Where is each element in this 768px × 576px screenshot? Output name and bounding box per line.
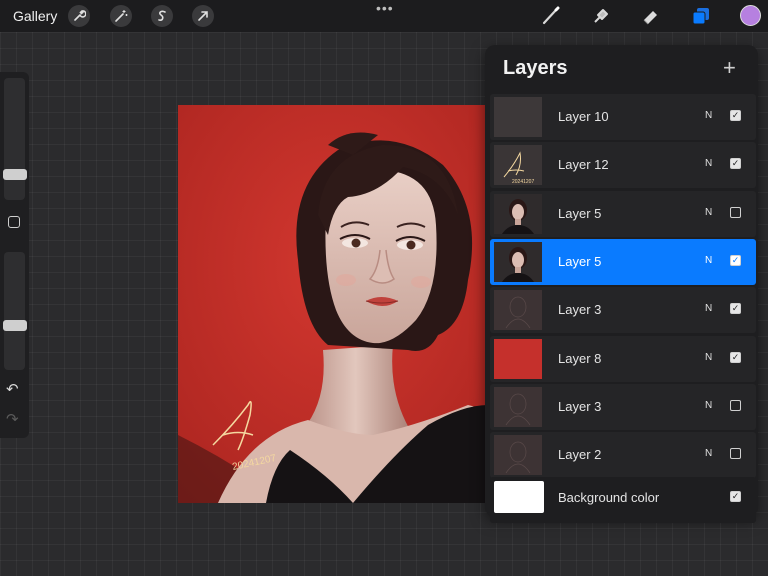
visibility-checkbox[interactable] xyxy=(730,206,741,218)
brush-size-slider[interactable] xyxy=(3,78,27,200)
layer-thumbnail xyxy=(494,481,544,513)
gallery-button[interactable]: Gallery xyxy=(13,8,57,24)
layer-thumbnail xyxy=(494,435,542,476)
blend-mode-button[interactable]: N xyxy=(705,110,712,121)
layer-name: Layer 3 xyxy=(558,398,602,414)
transform-arrow-icon[interactable] xyxy=(192,5,214,27)
visibility-checkbox[interactable] xyxy=(730,399,741,411)
layer-row[interactable]: Layer 8 N ✓ xyxy=(490,335,756,382)
opacity-slider[interactable] xyxy=(3,252,27,370)
top-toolbar: Gallery ••• xyxy=(0,0,768,32)
color-picker-swatch[interactable] xyxy=(740,5,761,26)
blend-mode-button[interactable]: N xyxy=(705,207,712,218)
layer-thumbnail xyxy=(494,338,542,379)
eraser-icon[interactable] xyxy=(640,5,662,27)
layer-thumbnail xyxy=(494,241,542,282)
layer-row[interactable]: Layer 5 N ✓ xyxy=(490,238,756,285)
visibility-checkbox[interactable]: ✓ xyxy=(730,491,741,502)
wrench-icon[interactable] xyxy=(68,5,90,27)
blend-mode-button[interactable]: N xyxy=(705,303,712,314)
more-options-icon[interactable]: ••• xyxy=(376,0,394,16)
layer-name: Background color xyxy=(558,490,660,505)
panel-title: Layers xyxy=(503,57,568,79)
opacity-slider-handle[interactable] xyxy=(3,320,27,331)
blend-mode-button[interactable]: N xyxy=(705,158,712,169)
magic-wand-icon[interactable] xyxy=(110,5,132,27)
background-color-row[interactable]: Background color ✓ xyxy=(490,477,756,523)
layer-thumbnail xyxy=(494,193,542,234)
layers-panel: Layers + Layer 10 N ✓ 20241207 Layer 12 N ✓ Lay… xyxy=(485,45,758,523)
layer-thumbnail: 20241207 xyxy=(494,145,542,186)
drawing-canvas[interactable]: 20241207 xyxy=(178,105,488,503)
layer-name: Layer 5 xyxy=(558,253,602,269)
blend-mode-button[interactable]: N xyxy=(705,448,712,459)
layer-row[interactable]: Layer 10 N ✓ xyxy=(490,94,756,140)
layer-name: Layer 2 xyxy=(558,447,602,463)
layer-name: Layer 3 xyxy=(558,302,602,318)
add-layer-button[interactable]: + xyxy=(723,55,736,81)
layer-name: Layer 12 xyxy=(558,157,609,173)
visibility-checkbox[interactable]: ✓ xyxy=(730,303,741,315)
visibility-checkbox[interactable]: ✓ xyxy=(730,254,741,266)
brush-icon[interactable] xyxy=(540,5,562,27)
svg-text:20241207: 20241207 xyxy=(512,179,534,185)
layer-row[interactable]: Layer 3 N ✓ xyxy=(490,287,756,334)
modify-button-icon[interactable] xyxy=(8,216,20,228)
layer-row[interactable]: 20241207 Layer 12 N ✓ xyxy=(490,142,756,189)
blend-mode-button[interactable]: N xyxy=(705,255,712,266)
redo-icon[interactable]: ↷ xyxy=(6,410,19,428)
layer-row[interactable]: Layer 2 N xyxy=(490,432,756,479)
visibility-checkbox[interactable]: ✓ xyxy=(730,351,741,363)
layer-thumbnail xyxy=(494,290,542,331)
layers-icon[interactable] xyxy=(690,5,712,27)
selection-s-icon[interactable] xyxy=(151,5,173,27)
brush-size-slider-handle[interactable] xyxy=(3,169,27,180)
visibility-checkbox[interactable] xyxy=(730,448,741,460)
layer-row[interactable]: Layer 5 N xyxy=(490,190,756,237)
visibility-checkbox[interactable]: ✓ xyxy=(730,110,741,121)
blend-mode-button[interactable]: N xyxy=(705,352,712,363)
layer-thumbnail xyxy=(494,386,542,427)
layer-thumbnail xyxy=(494,97,542,137)
blend-mode-button[interactable]: N xyxy=(705,400,712,411)
left-sidebar: ↶ ↷ xyxy=(0,72,29,438)
undo-icon[interactable]: ↶ xyxy=(6,380,19,398)
visibility-checkbox[interactable]: ✓ xyxy=(730,158,741,170)
layer-name: Layer 5 xyxy=(558,205,602,221)
portrait-artwork: 20241207 xyxy=(178,105,488,503)
smudge-icon[interactable] xyxy=(590,5,612,27)
layer-name: Layer 10 xyxy=(558,109,609,124)
layer-row[interactable]: Layer 3 N xyxy=(490,383,756,430)
layer-name: Layer 8 xyxy=(558,350,602,366)
